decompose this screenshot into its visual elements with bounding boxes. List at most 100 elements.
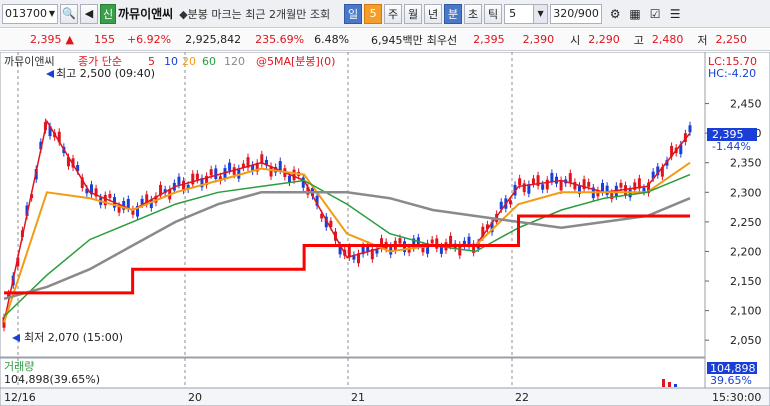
chart-canvas[interactable]: 2,4502,4002,3502,3002,2502,2002,1502,100…: [0, 51, 770, 406]
candle-body: [398, 238, 402, 244]
tab-day[interactable]: 일: [344, 3, 363, 24]
best-price-label: 최우선: [426, 33, 458, 47]
stock-code-value: 013700: [5, 7, 47, 20]
candle-body: [195, 173, 199, 180]
time-label: 15:30:00: [712, 391, 761, 404]
indicator-label: @5MA[분봉](0): [256, 55, 335, 68]
candle-body: [568, 173, 572, 184]
price-tick-label: 2,050: [730, 334, 762, 347]
hc-value: HC:-4.20: [708, 67, 756, 80]
up-arrow-icon: ▲: [65, 33, 74, 46]
volume-ratio: 235.69%: [255, 33, 305, 46]
price-tick-label: 2,450: [730, 98, 762, 111]
open-label: 시: [570, 33, 581, 47]
search-icon[interactable]: 🔍: [60, 3, 78, 24]
price-tick-label: 2,300: [730, 186, 762, 199]
interval-select[interactable]: 5 ▼: [504, 3, 549, 24]
current-price: 2,395: [30, 33, 62, 46]
new-badge: 신: [100, 3, 116, 24]
price-tick-label: 2,350: [730, 157, 762, 170]
volume-value: 104,898(39.65%): [4, 373, 100, 386]
candle-body: [573, 181, 577, 190]
current-pct-tag: -1.44%: [712, 140, 751, 153]
low-price: 2,250: [715, 33, 748, 46]
menu-icon[interactable]: ☰: [666, 4, 684, 24]
high-mark-label: 최고 2,500 (09:40): [56, 67, 155, 80]
volume-pane: [0, 357, 706, 389]
open-price: 2,290: [588, 33, 620, 46]
stock-code-input[interactable]: 013700 ▼: [2, 3, 58, 24]
price-tick-label: 2,100: [730, 305, 762, 318]
ma-60-label: 60: [202, 55, 216, 68]
time-axis: [0, 387, 770, 406]
candle-body: [177, 176, 181, 185]
candle-body: [531, 178, 535, 184]
ma-10-label: 10: [164, 55, 178, 68]
candle-body: [508, 200, 512, 205]
candle-body: [587, 182, 591, 187]
period-value[interactable]: 5: [364, 3, 383, 24]
ma-20-label: 20: [182, 55, 196, 68]
stock-name: 까뮤이앤씨: [118, 7, 174, 21]
candle-body: [688, 125, 692, 133]
checkbox-icon[interactable]: ☑: [646, 4, 664, 24]
candle-body: [209, 169, 213, 176]
best-bid: 2,390: [522, 33, 555, 46]
tab-second[interactable]: 초: [464, 3, 483, 24]
candle-body: [550, 172, 554, 182]
candle-body: [605, 185, 609, 195]
grid-icon[interactable]: ▦: [626, 4, 644, 24]
volume-value: 2,925,842: [185, 33, 242, 46]
candle-body: [559, 179, 563, 191]
chevron-left-icon[interactable]: ◀: [80, 3, 98, 24]
toolbar: 013700 ▼ 🔍 ◀ 신 까뮤이앤씨 ◆분봉 마크는 최근 2개월만 조회 일…: [0, 0, 770, 28]
tab-year[interactable]: 년: [424, 3, 443, 24]
candle-body: [228, 162, 232, 171]
tab-week[interactable]: 주: [384, 3, 403, 24]
candle-body: [214, 168, 218, 179]
candle-body: [619, 182, 623, 188]
tab-month[interactable]: 월: [404, 3, 423, 24]
volume-bar: [674, 384, 677, 387]
price-chart[interactable]: 2,4502,4002,3502,3002,2502,2002,1502,100…: [0, 51, 770, 406]
high-label: 고: [633, 33, 644, 47]
volume-title: 거래량: [4, 360, 34, 373]
candle-body: [545, 179, 549, 190]
price-tick-label: 2,200: [730, 245, 762, 258]
best-ask: 2,395: [473, 33, 505, 46]
volume-bar: [668, 382, 671, 387]
tab-tick[interactable]: 틱: [484, 3, 503, 24]
low-mark-label: 최저 2,070 (15:00): [24, 331, 123, 344]
tab-minute[interactable]: 분: [444, 3, 463, 24]
candle-body: [292, 169, 296, 181]
settings-icon[interactable]: ⚙: [606, 4, 624, 24]
turnover-rate: 6.48%: [314, 33, 350, 46]
candle-body: [554, 176, 558, 184]
dropdown-arrow-icon[interactable]: ▼: [533, 4, 548, 23]
change-percent: +6.92%: [126, 33, 172, 46]
dropdown-arrow-icon[interactable]: ▼: [49, 9, 57, 18]
chart-title: 까뮤이앤씨: [4, 55, 55, 68]
candle-body: [642, 187, 646, 192]
quote-bar: 2,395 ▲ 155 +6.92% 2,925,842 235.69% 6.4…: [0, 29, 770, 51]
candle-body: [191, 173, 195, 185]
volume-box-pct: 39.65%: [710, 374, 752, 387]
x-axis-label: 12/16: [4, 391, 36, 404]
volume-bar: [662, 379, 665, 387]
candle-body: [108, 194, 112, 198]
x-axis-label: 21: [351, 391, 365, 404]
data-count: 320/900: [550, 3, 603, 24]
interval-value: 5: [509, 7, 517, 20]
candle-body: [430, 239, 434, 244]
candle-body: [287, 175, 291, 183]
x-axis-label: 20: [188, 391, 202, 404]
candle-body: [435, 238, 439, 249]
candle-body: [518, 178, 522, 186]
ma-120-label: 120: [224, 55, 245, 68]
price-tick-label: 2,150: [730, 275, 762, 288]
price-change: 155: [93, 33, 115, 46]
price-tick-label: 2,250: [730, 216, 762, 229]
x-axis-label: 22: [515, 391, 529, 404]
low-label: 저: [697, 33, 708, 47]
trade-amount: 6,945백만: [371, 33, 423, 47]
